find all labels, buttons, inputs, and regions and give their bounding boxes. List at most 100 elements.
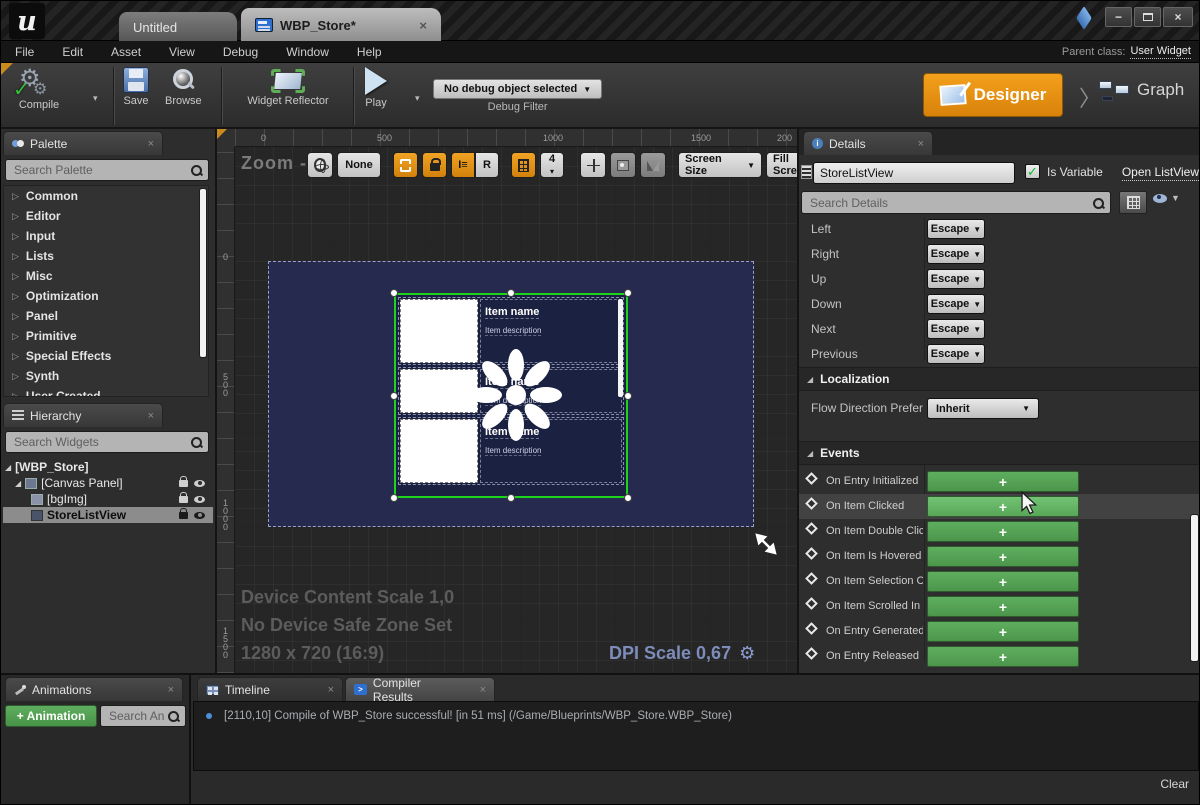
play-button[interactable]: Play	[365, 67, 387, 109]
expand-arrow-icon[interactable]: ▷	[12, 231, 19, 242]
close-icon[interactable]: ×	[158, 684, 174, 696]
palette-category[interactable]: ▷ Special Effects	[4, 346, 208, 366]
add-event-button[interactable]: +	[927, 521, 1079, 542]
add-event-button[interactable]: +	[927, 571, 1079, 592]
resize-handle[interactable]	[624, 289, 632, 297]
palette-category[interactable]: ▷ Panel	[4, 306, 208, 326]
navigation-rule-select[interactable]: Escape▼	[927, 244, 985, 264]
add-event-button[interactable]: +	[927, 596, 1079, 617]
transform-mode-button[interactable]	[580, 152, 606, 178]
maximize-button[interactable]	[1134, 7, 1161, 27]
palette-tab[interactable]: Palette ×	[3, 131, 163, 155]
expand-arrow-icon[interactable]: ◢	[15, 479, 21, 488]
navigation-rule-select[interactable]: Escape▼	[927, 269, 985, 289]
navigation-rule-select[interactable]: Escape▼	[927, 219, 985, 239]
palette-category[interactable]: ▷ Common	[4, 186, 208, 206]
details-search[interactable]	[801, 191, 1111, 214]
hierarchy-node-storelistview[interactable]: StoreListView	[3, 507, 213, 523]
palette-category[interactable]: ▷ Lists	[4, 246, 208, 266]
window-tab-untitled[interactable]: Untitled	[119, 12, 237, 42]
menu-item[interactable]: Edit	[48, 45, 97, 59]
resize-handle[interactable]	[390, 494, 398, 502]
widget-reflector-button[interactable]: Widget Reflector	[233, 67, 343, 107]
resize-handle[interactable]	[624, 494, 632, 502]
resize-handle[interactable]	[507, 494, 515, 502]
preview-language-select[interactable]: None	[337, 152, 381, 178]
hierarchy-search-input[interactable]	[12, 434, 190, 450]
lock-widgets-toggle[interactable]	[422, 152, 447, 178]
browse-button[interactable]: Browse	[165, 67, 202, 107]
graph-mode-button[interactable]: Graph	[1099, 79, 1184, 101]
expand-arrow-icon[interactable]: ▷	[12, 331, 19, 342]
expand-arrow-icon[interactable]: ▷	[12, 371, 19, 382]
animations-search[interactable]	[100, 705, 186, 727]
add-event-button[interactable]: +	[927, 471, 1079, 492]
save-button[interactable]: Save	[123, 67, 149, 107]
flow-direction-select[interactable]: Inherit▼	[927, 398, 1039, 419]
hierarchy-node-canvas-panel[interactable]: ◢ [Canvas Panel]	[3, 475, 213, 491]
resize-handle[interactable]	[624, 392, 632, 400]
expand-arrow-icon[interactable]: ▷	[12, 391, 19, 398]
animations-tab[interactable]: Animations ×	[5, 677, 183, 701]
palette-category[interactable]: ▷ Misc	[4, 266, 208, 286]
add-event-button[interactable]: +	[927, 646, 1079, 667]
widget-name-input[interactable]	[813, 162, 1015, 184]
close-button[interactable]: ×	[1163, 7, 1193, 27]
grid-snap-toggle[interactable]	[511, 152, 536, 178]
resize-handle[interactable]	[390, 392, 398, 400]
palette-search-input[interactable]	[12, 162, 190, 178]
visibility-icon[interactable]	[194, 512, 205, 519]
expand-arrow-icon[interactable]: ▷	[12, 251, 19, 262]
palette-category[interactable]: ▷ User Created	[4, 386, 208, 397]
flip-preview-button[interactable]	[640, 152, 666, 178]
details-search-input[interactable]	[808, 195, 1092, 211]
add-animation-button[interactable]: + Animation	[5, 705, 97, 727]
palette-category[interactable]: ▷ Optimization	[4, 286, 208, 306]
navigation-rule-select[interactable]: Escape▼	[927, 294, 985, 314]
localization-preview-globe-button[interactable]	[307, 152, 333, 178]
parent-class-link[interactable]: User Widget	[1130, 45, 1191, 59]
details-tab[interactable]: i Details ×	[803, 131, 933, 155]
menu-item[interactable]: File	[1, 45, 48, 59]
palette-scrollbar[interactable]	[200, 189, 206, 357]
expand-arrow-icon[interactable]: ▷	[12, 271, 19, 282]
outline-widgets-toggle[interactable]	[393, 152, 418, 178]
compile-options-caret[interactable]: ▾	[93, 93, 98, 104]
menu-item[interactable]: Asset	[97, 45, 155, 59]
view-options-button[interactable]: ▼	[1153, 193, 1180, 203]
tab-close-icon[interactable]: ×	[403, 18, 427, 33]
visibility-icon[interactable]	[194, 496, 205, 503]
gear-icon[interactable]: ⚙	[739, 643, 755, 664]
text-baseline-toggle[interactable]: I≡	[451, 152, 475, 178]
close-icon[interactable]: ×	[138, 410, 154, 422]
localization-section-header[interactable]: ◢ Localization	[799, 367, 1200, 391]
hierarchy-node-bgimg[interactable]: [bgImg]	[3, 491, 213, 507]
fill-screen-select[interactable]: Fill Screen▼	[766, 152, 797, 178]
canvas-resize-arrow-icon[interactable]	[755, 533, 777, 555]
animations-search-input[interactable]	[107, 708, 167, 724]
localization-r-toggle[interactable]: R	[475, 152, 499, 178]
expand-arrow-icon[interactable]: ▷	[12, 291, 19, 302]
add-event-button[interactable]: +	[927, 496, 1079, 517]
render-preview-button[interactable]	[610, 152, 636, 178]
menu-item[interactable]: Window	[272, 45, 343, 59]
designer-mode-button[interactable]: Designer	[923, 73, 1063, 117]
lock-icon[interactable]	[179, 496, 188, 503]
minimize-button[interactable]: −	[1105, 7, 1132, 27]
hierarchy-tab[interactable]: Hierarchy ×	[3, 403, 163, 427]
is-variable-checkbox[interactable]: ✓	[1025, 164, 1040, 179]
close-icon[interactable]: ×	[470, 684, 486, 696]
palette-search[interactable]	[5, 159, 209, 181]
resize-handle[interactable]	[390, 289, 398, 297]
add-event-button[interactable]: +	[927, 546, 1079, 567]
palette-category[interactable]: ▷ Editor	[4, 206, 208, 226]
close-icon[interactable]: ×	[138, 138, 154, 150]
details-scrollbar[interactable]	[1191, 515, 1198, 661]
expand-arrow-icon[interactable]: ▷	[12, 351, 19, 362]
grid-snap-size-select[interactable]: 4▾	[540, 152, 564, 178]
navigation-rule-select[interactable]: Escape▼	[927, 319, 985, 339]
open-listview-link[interactable]: Open ListView	[1122, 165, 1199, 181]
tutorial-icon[interactable]	[1075, 11, 1095, 27]
menu-item[interactable]: Help	[343, 45, 396, 59]
close-icon[interactable]: ×	[318, 684, 334, 696]
